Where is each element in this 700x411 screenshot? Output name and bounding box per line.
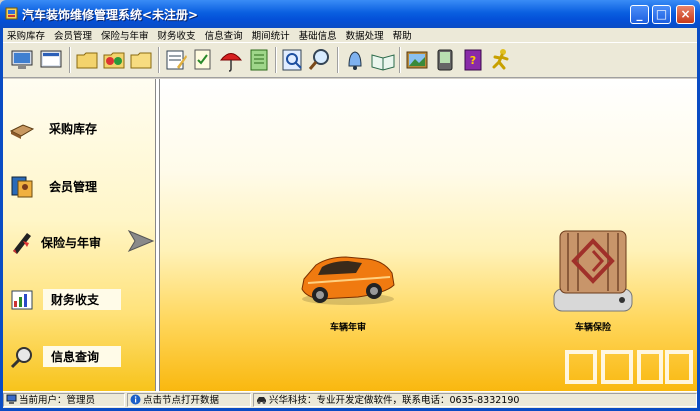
- magnifier-document-icon[interactable]: [279, 46, 307, 74]
- maximize-button[interactable]: □: [652, 5, 671, 24]
- watermark-logo: [565, 350, 693, 384]
- status-user-panel: 当前用户：管理员: [3, 393, 125, 407]
- package-icon: [9, 124, 35, 139]
- computer-icon: [6, 394, 17, 404]
- search-icon[interactable]: [306, 46, 334, 74]
- menu-insurance-inspection[interactable]: 保险与年审: [97, 28, 154, 42]
- window-title: 汽车装饰维修管理系统<未注册>: [22, 8, 199, 22]
- car-icon: [301, 256, 395, 305]
- toolbar-separator: [337, 47, 339, 73]
- pen-icon: [13, 233, 31, 254]
- nav-label: 会员管理: [49, 180, 98, 194]
- nav-label: 信息查询: [43, 346, 122, 367]
- menu-member-management[interactable]: 会员管理: [50, 28, 97, 42]
- status-user-text: 当前用户：管理员: [19, 395, 96, 406]
- toolbar-separator: [69, 47, 71, 73]
- node-label: 车辆年审: [329, 323, 366, 333]
- main-content-area: 车辆年审 车辆保险: [160, 79, 697, 391]
- bell-icon[interactable]: [341, 46, 369, 74]
- nav-label: 采购库存: [49, 122, 98, 136]
- pda-icon[interactable]: [431, 46, 459, 74]
- nav-item-member-management[interactable]: 会员管理: [3, 171, 155, 201]
- umbrella-icon[interactable]: [217, 46, 245, 74]
- status-company-text: 兴华科技：专业开发定做软件，联系电话：0635-8332190: [269, 395, 520, 406]
- title-bar: 汽车装饰维修管理系统<未注册> _ □ ×: [0, 0, 700, 28]
- menu-bar: 采购库存 会员管理 保险与年审 财务收支 信息查询 期间统计 基础信息 数据处理…: [3, 28, 697, 42]
- node-label: 车辆保险: [574, 323, 611, 333]
- status-hint-text: 点击节点打开数据: [143, 395, 220, 406]
- folder-icon[interactable]: [73, 46, 101, 74]
- node-vehicle-inspection[interactable]: 车辆年审: [298, 239, 398, 333]
- close-button[interactable]: ×: [676, 5, 695, 24]
- nav-label: 财务收支: [43, 289, 122, 310]
- info-icon: [130, 394, 141, 405]
- purple-book-icon[interactable]: ?: [459, 46, 487, 74]
- safe-box-icon: [553, 230, 633, 312]
- toolbar-separator: [275, 47, 277, 73]
- open-book-icon[interactable]: [369, 46, 397, 74]
- status-company-panel: 兴华科技：专业开发定做软件，联系电话：0635-8332190: [253, 393, 697, 407]
- folder-plain-icon[interactable]: [127, 46, 155, 74]
- menu-finance[interactable]: 财务收支: [154, 28, 201, 42]
- car-small-icon: [257, 397, 266, 404]
- monitor-icon[interactable]: [8, 46, 36, 74]
- toolbar-separator: [399, 47, 401, 73]
- nav-item-finance[interactable]: 财务收支: [3, 285, 155, 315]
- node-vehicle-insurance[interactable]: 车辆保险: [550, 227, 636, 333]
- picture-icon[interactable]: [403, 46, 431, 74]
- left-nav-panel: 采购库存 会员管理 保险与年审 财务收支 信息查询: [3, 79, 155, 391]
- notebook-icon[interactable]: [245, 46, 273, 74]
- menu-purchase-inventory[interactable]: 采购库存: [3, 28, 50, 42]
- document-check-icon[interactable]: [189, 46, 217, 74]
- menu-help[interactable]: 帮助: [389, 28, 417, 42]
- nav-item-info-query[interactable]: 信息查询: [3, 342, 155, 372]
- minimize-button[interactable]: _: [630, 5, 649, 24]
- runner-icon[interactable]: [487, 46, 515, 74]
- chart-icon: [11, 290, 33, 310]
- folder-swap-icon[interactable]: [100, 46, 128, 74]
- calendar-edit-icon[interactable]: [162, 46, 190, 74]
- app-icon: [5, 7, 18, 20]
- menu-basic-info[interactable]: 基础信息: [295, 28, 342, 42]
- nav-item-purchase-inventory[interactable]: 采购库存: [3, 113, 155, 143]
- menu-period-statistics[interactable]: 期间统计: [248, 28, 295, 42]
- menu-info-query[interactable]: 信息查询: [201, 28, 248, 42]
- monitor-window-icon[interactable]: [37, 46, 65, 74]
- toolbar: ?: [3, 42, 697, 78]
- svg-text:?: ?: [470, 54, 476, 67]
- toolbar-separator: [158, 47, 160, 73]
- status-hint-panel: 点击节点打开数据: [127, 393, 251, 407]
- magnifier-icon: [10, 347, 32, 369]
- member-icon: [11, 176, 33, 198]
- menu-data-processing[interactable]: 数据处理: [342, 28, 389, 42]
- status-bar: 当前用户：管理员 点击节点打开数据 兴华科技：专业开发定做软件，联系电话：063…: [3, 391, 697, 408]
- selected-arrow-icon: [127, 229, 155, 253]
- nav-label: 保险与年审: [41, 236, 102, 250]
